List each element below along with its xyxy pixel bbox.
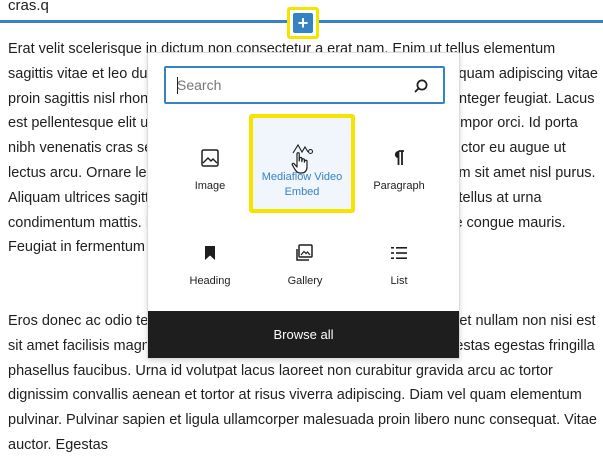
search-icon — [414, 79, 428, 93]
search-box[interactable] — [164, 66, 445, 104]
block-item-label: Heading — [189, 275, 231, 287]
browse-all-button[interactable]: Browse all — [148, 311, 459, 358]
search-input[interactable] — [177, 67, 407, 103]
block-item-label: Image — [194, 180, 226, 192]
bookmark-icon — [205, 246, 215, 260]
block-inserter-popover: Image Mediaflow Video Embed Paragraph He… — [147, 52, 460, 359]
list-icon — [391, 247, 407, 259]
block-item-label: Paragraph — [373, 180, 425, 192]
block-item-heading[interactable]: Heading — [160, 217, 260, 311]
paragraph-icon — [394, 150, 404, 165]
block-item-gallery[interactable]: Gallery — [255, 217, 355, 311]
text-caret — [177, 77, 178, 94]
block-item-paragraph[interactable]: Paragraph — [349, 122, 449, 216]
paragraph-fragment: cras.q — [8, 0, 49, 14]
hand-pointer-icon — [291, 152, 308, 174]
add-block-button[interactable]: + — [293, 13, 313, 33]
inserter-highlight: + — [287, 7, 319, 39]
block-item-label: Gallery — [287, 275, 323, 287]
gallery-icon — [296, 244, 313, 261]
block-item-list[interactable]: List — [349, 217, 449, 311]
image-icon — [201, 149, 219, 167]
block-item-label: List — [390, 275, 408, 287]
block-item-image[interactable]: Image — [160, 122, 260, 216]
